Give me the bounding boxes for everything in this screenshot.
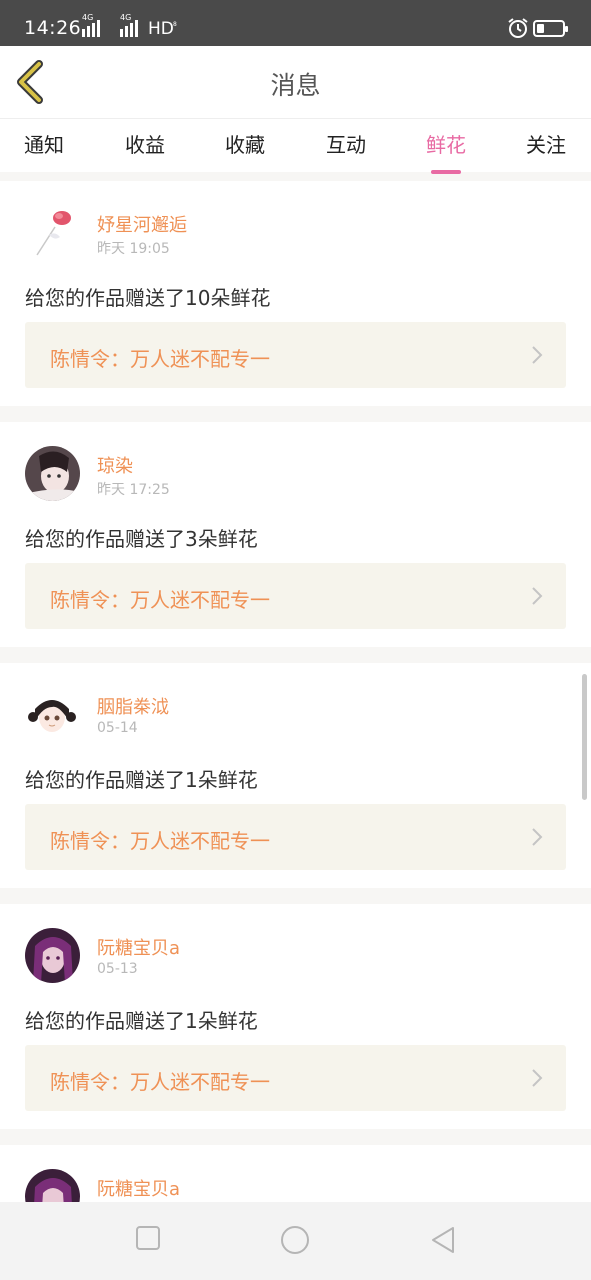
avatar[interactable] — [25, 446, 80, 501]
chevron-right-icon — [532, 828, 543, 846]
avatar[interactable] — [25, 205, 80, 260]
tab-flowers[interactable]: 鲜花 — [411, 129, 481, 174]
tab-notice[interactable]: 通知 — [9, 129, 79, 158]
list-item: 阮糖宝贝a 05-13 给您的作品赠送了1朵鲜花 陈情令：万人迷不配专一 — [0, 904, 591, 1129]
tab-following[interactable]: 关注 — [511, 129, 581, 158]
work-link[interactable]: 陈情令：万人迷不配专一 — [25, 804, 566, 870]
battery-icon — [533, 20, 568, 37]
chevron-right-icon — [532, 587, 543, 605]
tab-interaction[interactable]: 互动 — [311, 129, 381, 158]
message-date: 05-14 — [97, 720, 138, 736]
list-item: 阮糖宝贝a — [0, 1145, 591, 1205]
avatar[interactable] — [25, 687, 80, 742]
list-item: 妤星河邂逅 昨天 19:05 给您的作品赠送了10朵鲜花 陈情令：万人迷不配专一 — [0, 181, 591, 406]
tab-favorites[interactable]: 收藏 — [210, 129, 280, 158]
system-nav-bar — [0, 1202, 591, 1280]
work-title: 陈情令：万人迷不配专一 — [50, 1070, 270, 1094]
message-text: 给您的作品赠送了1朵鲜花 — [25, 768, 258, 792]
chevron-right-icon — [532, 1069, 543, 1087]
scrollbar[interactable] — [582, 674, 587, 800]
sender-name[interactable]: 胭脂桊泧 — [97, 693, 169, 719]
message-date: 05-13 — [97, 961, 138, 977]
tab-earnings[interactable]: 收益 — [110, 129, 180, 158]
work-link[interactable]: 陈情令：万人迷不配专一 — [25, 322, 566, 388]
signal-icon: 4G — [82, 13, 100, 37]
signal-icon: 4G — [120, 13, 138, 37]
app-header: 消息 — [0, 46, 591, 118]
square-icon — [136, 1226, 160, 1250]
status-time: 14:26 — [24, 17, 82, 39]
work-link[interactable]: 陈情令：万人迷不配专一 — [25, 563, 566, 629]
hd-label-small: 8 — [173, 21, 177, 28]
message-text: 给您的作品赠送了10朵鲜花 — [25, 286, 271, 310]
sender-name[interactable]: 妤星河邂逅 — [97, 211, 187, 237]
hd-label: HD — [148, 19, 174, 39]
work-title: 陈情令：万人迷不配专一 — [50, 829, 270, 853]
sender-name[interactable]: 阮糖宝贝a — [97, 1175, 180, 1201]
home-button[interactable] — [280, 1225, 310, 1255]
avatar[interactable] — [25, 1169, 80, 1205]
work-title: 陈情令：万人迷不配专一 — [50, 347, 270, 371]
recent-apps-button[interactable] — [135, 1225, 161, 1251]
tab-bar: 通知 收益 收藏 互动 鲜花 关注 — [0, 118, 591, 174]
chevron-right-icon — [532, 346, 543, 364]
alarm-icon — [508, 18, 528, 38]
work-title: 陈情令：万人迷不配专一 — [50, 588, 270, 612]
message-date: 昨天 17:25 — [97, 482, 170, 498]
triangle-back-icon — [432, 1227, 454, 1253]
avatar[interactable] — [25, 928, 80, 983]
sender-name[interactable]: 琼染 — [97, 452, 133, 478]
message-text: 给您的作品赠送了3朵鲜花 — [25, 527, 258, 551]
back-nav-button[interactable] — [430, 1225, 456, 1255]
message-text: 给您的作品赠送了1朵鲜花 — [25, 1009, 258, 1033]
status-bar: 14:26 4G 4G HD 8 — [0, 0, 591, 46]
sender-name[interactable]: 阮糖宝贝a — [97, 934, 180, 960]
work-link[interactable]: 陈情令：万人迷不配专一 — [25, 1045, 566, 1111]
list-item: 琼染 昨天 17:25 给您的作品赠送了3朵鲜花 陈情令：万人迷不配专一 — [0, 422, 591, 647]
list-item: 胭脂桊泧 05-14 给您的作品赠送了1朵鲜花 陈情令：万人迷不配专一 — [0, 663, 591, 888]
page-title: 消息 — [270, 71, 321, 100]
circle-icon — [281, 1226, 309, 1254]
message-date: 昨天 19:05 — [97, 241, 170, 257]
